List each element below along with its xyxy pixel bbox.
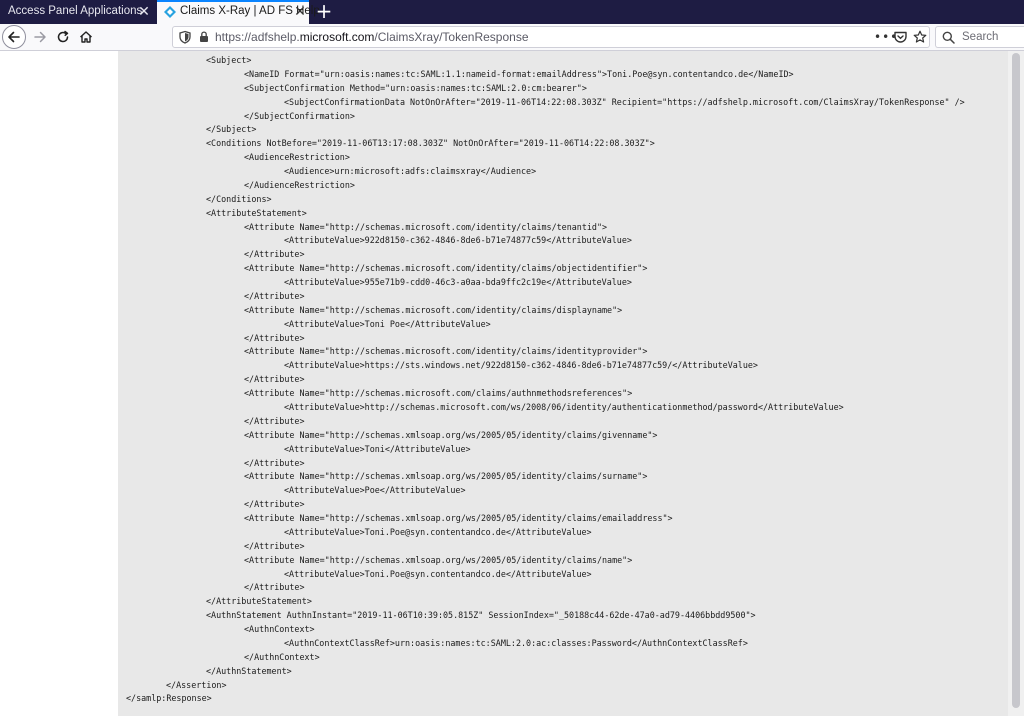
new-tab-button[interactable]: +	[314, 1, 334, 23]
xml-line: <Attribute Name="http://schemas.microsof…	[244, 388, 633, 399]
lock-icon[interactable]	[197, 30, 211, 44]
forward-button[interactable]	[28, 25, 52, 49]
tab-access-panel-applications[interactable]: Access Panel Applications ✕	[0, 0, 157, 24]
xml-line: <SubjectConfirmationData NotOnOrAfter="2…	[284, 96, 965, 107]
search-icon	[942, 31, 955, 44]
reload-icon	[57, 30, 69, 43]
xml-line: </AuthnStatement>	[206, 665, 292, 676]
xml-line: </Subject>	[206, 124, 257, 135]
xml-response-view: <Subject> <NameID Format="urn:oasis:names…	[118, 51, 1008, 716]
xml-line: </Attribute>	[244, 249, 305, 260]
xml-line: </Assertion>	[166, 679, 227, 690]
xml-line: </SubjectConfirmation>	[244, 110, 355, 121]
url-text[interactable]: https://adfshelp.microsoft.com/ClaimsXra…	[215, 30, 529, 44]
xml-line: <AudienceRestriction>	[244, 152, 350, 163]
xml-line: <AttributeValue>955e71b9-cdd0-46c3-a0aa-…	[284, 277, 632, 288]
xml-line: <AttributeValue>http://schemas.microsoft…	[284, 402, 844, 412]
xml-line: </Attribute>	[244, 290, 305, 301]
xml-line: </Attribute>	[244, 374, 305, 385]
xml-line: <AttributeValue>Toni</AttributeValue>	[284, 443, 471, 454]
search-placeholder: Search	[962, 31, 999, 43]
xml-line: <AttributeValue>Toni.Poe@syn.contentandc…	[284, 526, 592, 537]
navigation-toolbar: https://adfshelp.microsoft.com/ClaimsXra…	[0, 24, 1024, 51]
xml-line: </AttributeStatement>	[206, 596, 312, 607]
xml-line: </Attribute>	[244, 582, 305, 593]
xml-line: <Attribute Name="http://schemas.microsof…	[244, 221, 608, 232]
xml-line: <AttributeValue>922d8150-c362-4846-8de6-…	[284, 235, 632, 246]
url-path: /ClaimsXray/TokenResponse	[374, 30, 529, 44]
xml-line: </AudienceRestriction>	[244, 179, 355, 190]
xml-line: <Attribute Name="http://schemas.xmlsoap.…	[244, 429, 658, 440]
tab-strip: Access Panel Applications ✕ Claims X-Ray…	[0, 0, 1024, 24]
vertical-scrollbar[interactable]	[1008, 51, 1024, 716]
xml-line: </AuthnContext>	[244, 651, 320, 662]
xml-line: <Attribute Name="http://schemas.xmlsoap.…	[244, 513, 673, 524]
search-bar[interactable]: Search	[935, 26, 1024, 48]
forward-arrow-icon	[34, 31, 46, 43]
home-icon	[80, 31, 92, 43]
address-bar[interactable]: https://adfshelp.microsoft.com/ClaimsXra…	[172, 26, 930, 48]
xml-line: <AttributeValue>Toni.Poe@syn.contentandc…	[284, 568, 592, 579]
xml-line: <Conditions NotBefore="2019-11-06T13:17:…	[206, 138, 655, 149]
shield-icon[interactable]	[178, 30, 192, 44]
star-icon[interactable]	[913, 30, 927, 44]
xml-line: <Attribute Name="http://schemas.xmlsoap.…	[244, 554, 633, 565]
back-button[interactable]	[2, 25, 26, 49]
xml-line: <AuthnContextClassRef>urn:oasis:names:tc…	[284, 637, 748, 648]
xml-line: <SubjectConfirmation Method="urn:oasis:n…	[244, 82, 587, 93]
tab-claims-xray[interactable]: Claims X-Ray | AD FS Help ✕	[157, 0, 320, 24]
xml-line: <Attribute Name="http://schemas.microsof…	[244, 346, 648, 357]
url-domain: microsoft.com	[299, 30, 375, 44]
xml-line: <Attribute Name="http://schemas.microsof…	[244, 263, 648, 274]
xml-line: <Audience>urn:microsoft:adfs:claimsxray<…	[284, 166, 537, 177]
url-prefix: https://adfshelp.	[215, 30, 300, 44]
claims-xray-favicon-icon	[163, 5, 177, 19]
scrollbar-thumb[interactable]	[1012, 53, 1020, 708]
xml-line: <AuthnContext>	[244, 624, 315, 635]
tab-title: Access Panel Applications	[8, 5, 143, 17]
pocket-icon[interactable]	[893, 30, 908, 44]
xml-line: </samlp:Response>	[126, 693, 212, 704]
xml-line: </Attribute>	[244, 415, 305, 426]
tab-close-icon[interactable]: ✕	[136, 3, 152, 19]
xml-line: </Conditions>	[206, 193, 272, 204]
back-arrow-icon	[8, 31, 20, 43]
xml-line: <AttributeValue>Poe</AttributeValue>	[284, 485, 466, 496]
xml-line: <Attribute Name="http://schemas.xmlsoap.…	[244, 471, 648, 482]
xml-line: <NameID Format="urn:oasis:names:tc:SAML:…	[244, 68, 794, 79]
xml-line: <AttributeValue>https://sts.windows.net/…	[284, 360, 758, 371]
xml-line: <Subject>	[206, 55, 252, 65]
xml-line: <AttributeValue>Toni Poe</AttributeValue…	[284, 318, 491, 329]
xml-line: </Attribute>	[244, 457, 305, 468]
xml-line: </Attribute>	[244, 332, 305, 343]
xml-line: <Attribute Name="http://schemas.microsof…	[244, 304, 623, 315]
xml-line: <AttributeStatement>	[206, 207, 307, 218]
xml-line: </Attribute>	[244, 499, 305, 510]
reload-button[interactable]	[51, 25, 75, 49]
xml-line: </Attribute>	[244, 540, 305, 551]
home-button[interactable]	[74, 25, 98, 49]
xml-line: <AuthnStatement AuthnInstant="2019-11-06…	[206, 610, 756, 621]
tab-close-icon[interactable]: ✕	[292, 3, 308, 19]
